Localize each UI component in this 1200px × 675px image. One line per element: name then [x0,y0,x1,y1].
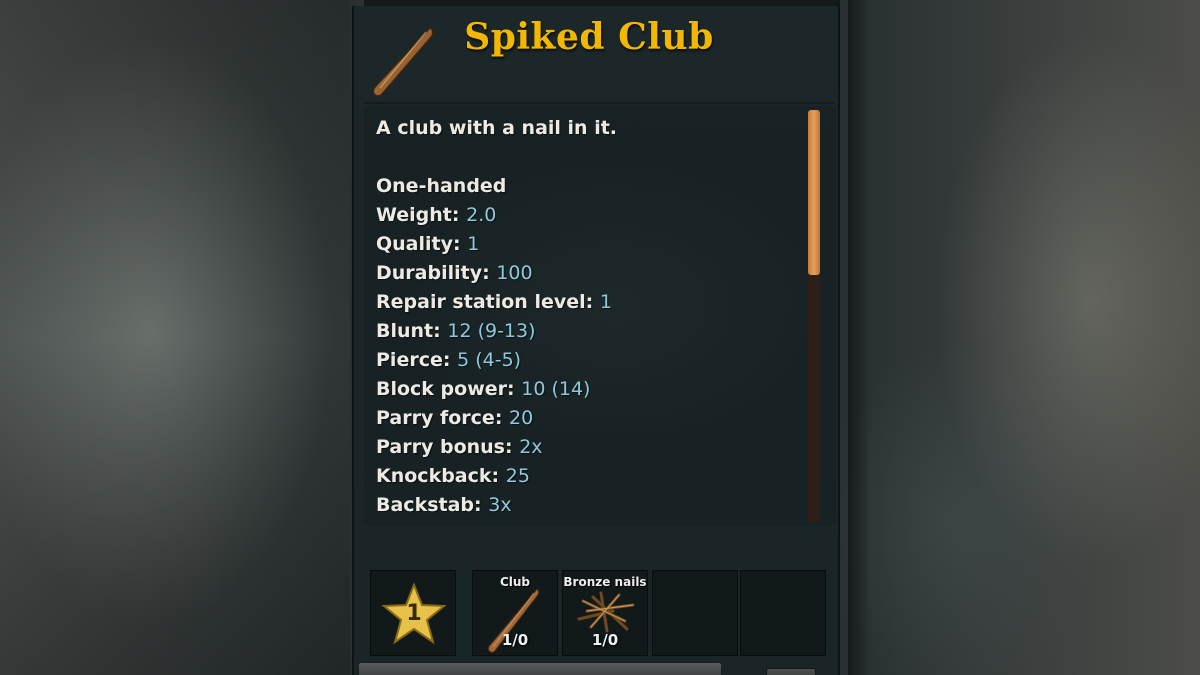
stat-label: Backstab: [376,494,482,516]
stat-value: 25 [505,465,530,487]
stat-value: 10 (14) [521,378,591,400]
stat-label: Blunt: [376,320,441,342]
background-shade [0,0,350,675]
club-icon [368,20,440,98]
stat-value: 1 [599,291,612,313]
requirement-name: Bronze nails [563,575,647,589]
stat-label: Parry bonus: [376,436,513,458]
quality-level: 1 [406,601,422,626]
requirement-slot-bronze-nails[interactable]: Bronze nails 1/0 [562,570,648,656]
stat-row: Block power: 10 (14) [376,375,796,404]
stat-label: Block power: [376,378,515,400]
craft-button[interactable] [766,668,816,675]
stat-row: Parry force: 20 [376,404,796,433]
stat-row: Durability: 100 [376,259,796,288]
stat-value: 1 [467,233,480,255]
item-title: Spiked Club [464,16,714,58]
stat-row: Quality: 1 [376,230,796,259]
item-tooltip-panel: Spiked Club A club with a nail in it. On… [352,6,840,675]
stat-row: Knockback: 25 [376,462,796,491]
requirement-slot-empty [740,570,826,656]
stat-label: Quality: [376,233,461,255]
stats-list: A club with a nail in it. One-handed Wei… [376,114,796,520]
stat-value: 20 [509,407,534,429]
scrollbar-thumb[interactable] [808,110,820,275]
stat-row: Parry bonus: 2x [376,433,796,462]
stat-label: Pierce: [376,349,451,371]
requirement-name: Club [499,575,531,589]
stat-label: Knockback: [376,465,500,487]
stat-value: 2x [519,436,543,458]
stat-row: Backstab: 3x [376,491,796,520]
background-strip [848,0,868,675]
handedness: One-handed [376,175,507,197]
header-divider [364,102,834,104]
stat-value: 2.0 [466,204,497,226]
stat-value: 5 (4-5) [457,349,522,371]
stat-row: Repair station level: 1 [376,288,796,317]
requirement-slot-empty [652,570,738,656]
stat-row: Weight: 2.0 [376,201,796,230]
stat-value: 3x [488,494,512,516]
requirement-slot-club[interactable]: Club 1/0 [472,570,558,656]
item-description: A club with a nail in it. [376,117,618,139]
stat-label: Repair station level: [376,291,594,313]
stat-value: 100 [496,262,533,284]
stat-label: Weight: [376,204,460,226]
stat-value: 12 (9-13) [447,320,536,342]
requirement-count: 1/0 [591,631,619,649]
requirement-count: 1/0 [501,631,529,649]
stat-row: Blunt: 12 (9-13) [376,317,796,346]
stat-row: Pierce: 5 (4-5) [376,346,796,375]
craft-bar[interactable] [358,662,722,675]
quality-slot[interactable]: 1 [370,570,456,656]
tooltip-scrollbar[interactable] [808,110,820,522]
stat-label: Durability: [376,262,490,284]
stat-label: Parry force: [376,407,503,429]
